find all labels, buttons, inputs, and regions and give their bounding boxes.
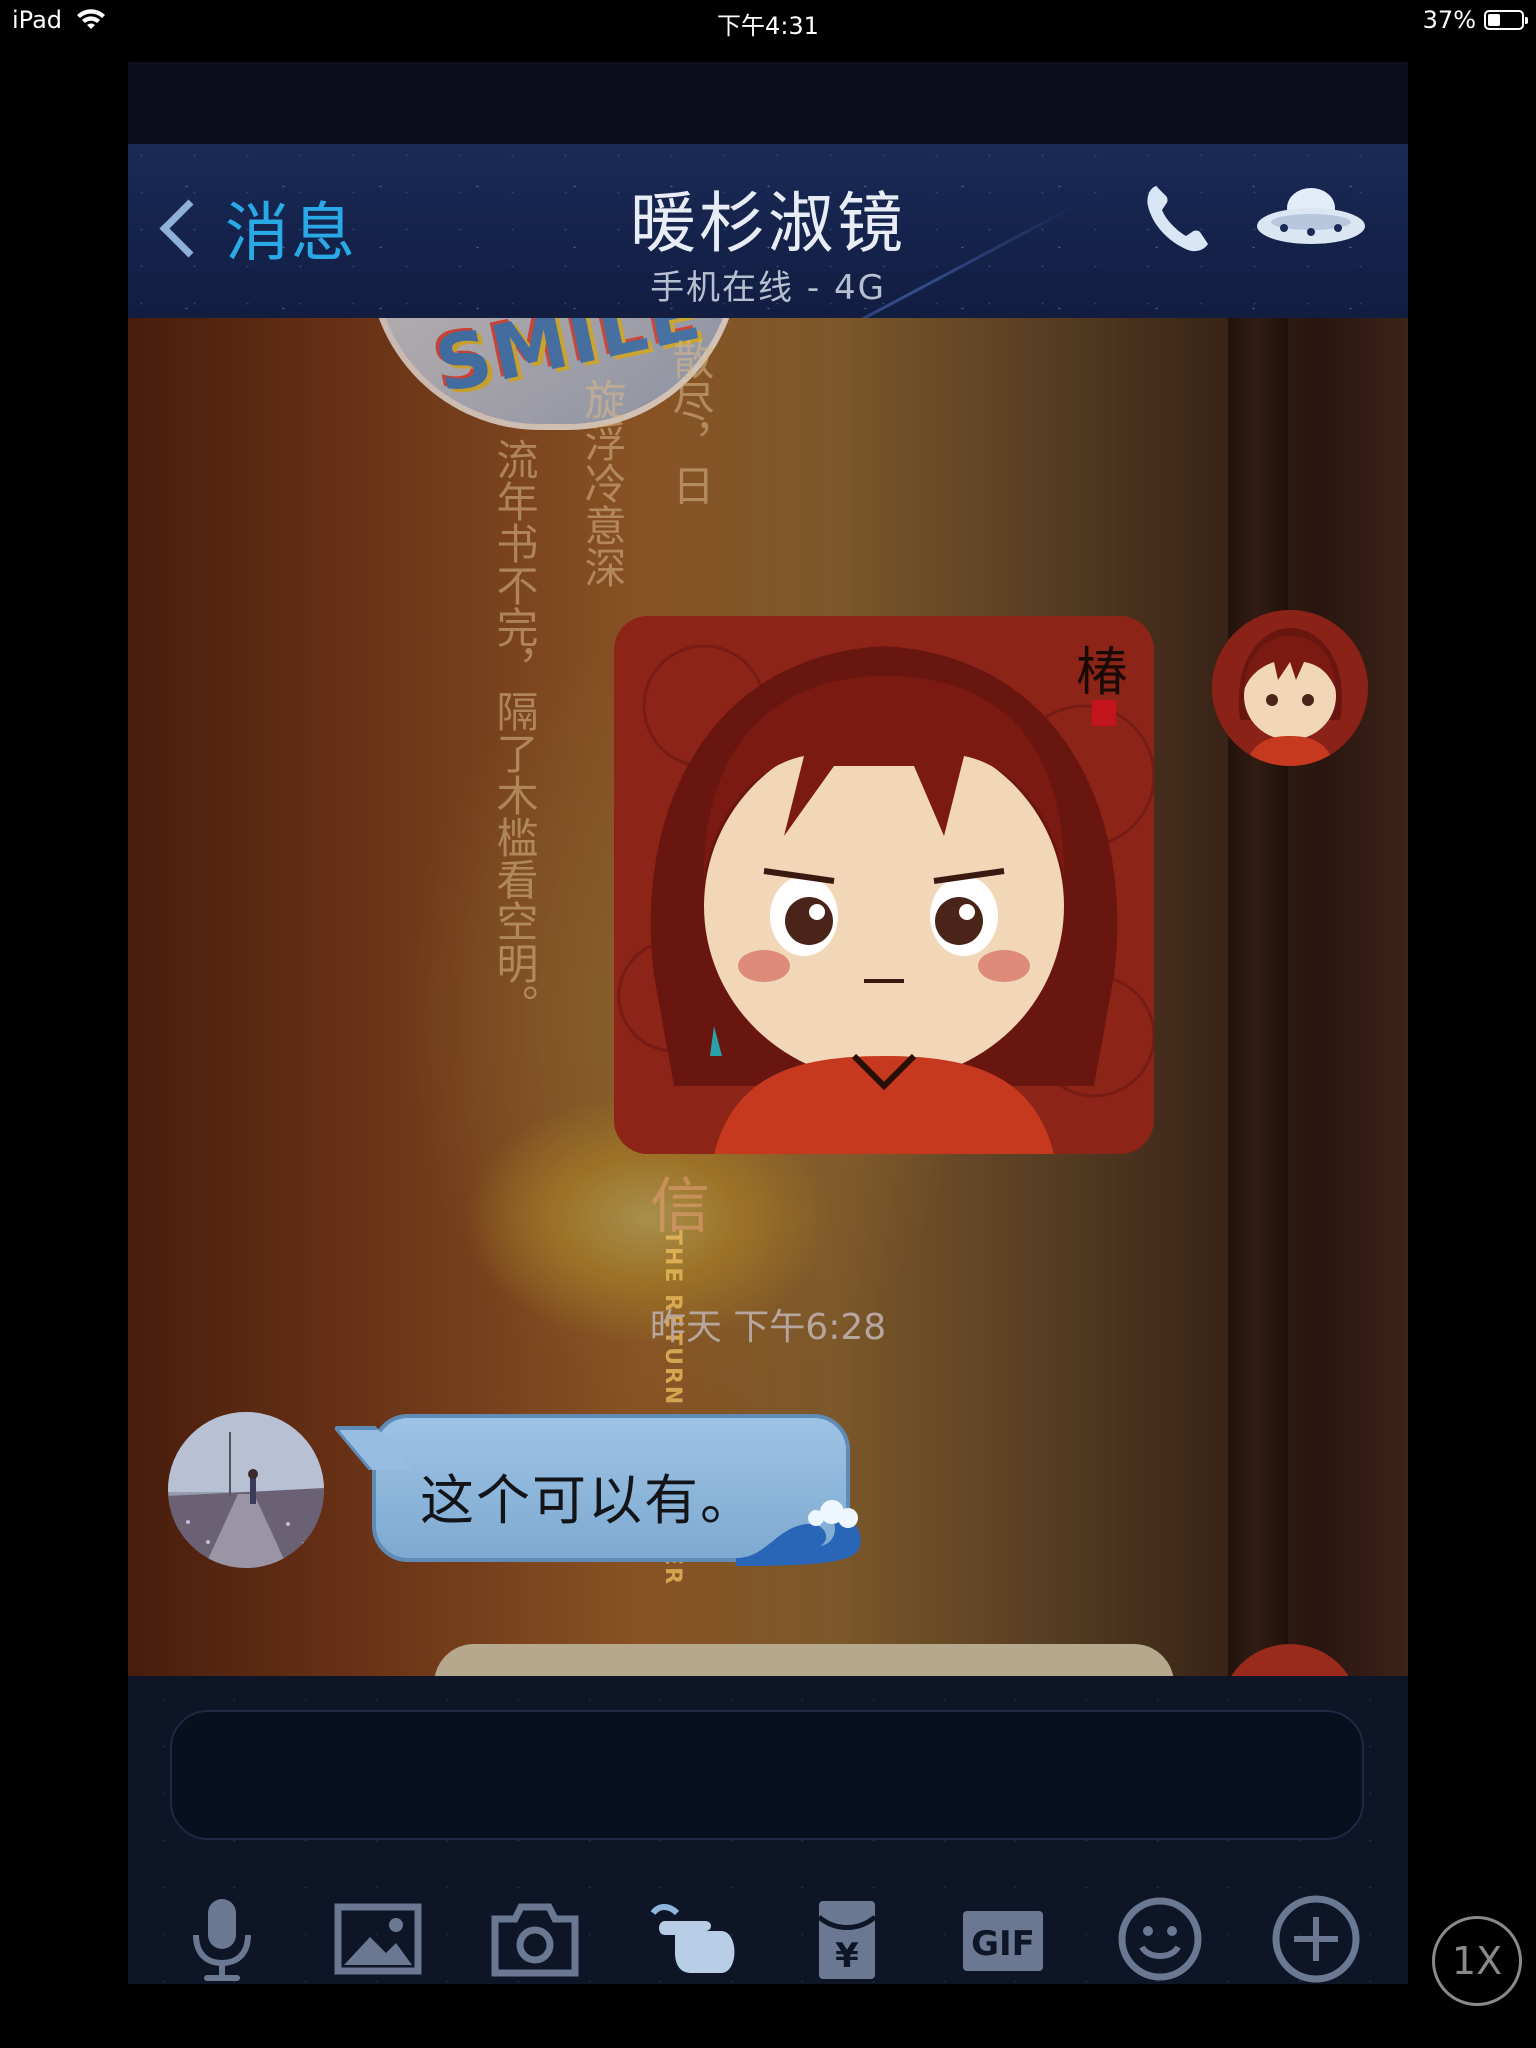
chat-message-area[interactable]: SMILE 流年书不完，隔了木槛看空明。 旋浮冷意深 散尽，日 信 THE RE… (128, 318, 1408, 1676)
frame-top-strip (128, 62, 1408, 144)
contact-avatar-image (168, 1412, 324, 1568)
emoji-icon[interactable] (1112, 1891, 1208, 1984)
message-text: 这个可以有。 (420, 1469, 756, 1532)
wave-decoration-icon (736, 1500, 861, 1566)
battery-percent: 37% (1422, 6, 1476, 34)
battery-fill (1488, 14, 1500, 26)
received-message-bubble[interactable]: 这个可以有。 (372, 1414, 861, 1566)
contact-status-subtitle: 手机在线 - 4G (650, 268, 886, 308)
anime-girl-sticker-image (614, 616, 1154, 1154)
status-bar: iPad 下午4:31 37% (0, 0, 1536, 44)
message-timestamp: 昨天 下午6:28 (649, 1307, 887, 1348)
image-icon[interactable] (330, 1891, 426, 1984)
gif-icon[interactable]: GIF (955, 1891, 1051, 1984)
message-input[interactable] (170, 1710, 1364, 1840)
app-frame: 消息 暖杉淑镜 手机在线 - 4G SMILE 流年书不完，隔了木槛看空明。 旋… (128, 62, 1408, 1984)
chat-nav-bar: 消息 暖杉淑镜 手机在线 - 4G (128, 144, 1408, 320)
red-packet-symbol: ¥ (835, 1936, 859, 1976)
my-avatar-image (1212, 610, 1368, 766)
zoom-toggle-button[interactable]: 1X (1432, 1916, 1522, 2006)
composer-toolbar: ¥ GIF (174, 1892, 1364, 1984)
my-avatar[interactable] (1212, 610, 1368, 766)
gif-label: GIF (972, 1924, 1036, 1964)
partial-message-bubble[interactable] (434, 1644, 1174, 1676)
background-poem-column: 流年书不完，隔了木槛看空明。 (490, 438, 539, 1026)
contact-avatar[interactable] (168, 1412, 324, 1568)
background-poem-column: 旋浮冷意深 (578, 378, 627, 588)
ufo-icon[interactable] (1254, 182, 1368, 252)
sticker-message[interactable]: 椿 (614, 616, 1154, 1154)
plus-icon[interactable] (1268, 1891, 1364, 1984)
sticker-stamp-char: 椿 (1075, 643, 1128, 703)
poke-icon[interactable] (643, 1891, 739, 1984)
sticker-seal-mark (1092, 700, 1116, 726)
phone-icon[interactable] (1138, 178, 1218, 258)
my-avatar-partial[interactable] (1220, 1644, 1360, 1676)
battery-icon (1484, 10, 1528, 30)
composer-bar: ¥ GIF (128, 1676, 1408, 1984)
background-poem-column: 散尽，日 (666, 338, 715, 506)
status-time: 下午4:31 (717, 12, 819, 40)
red-packet-icon[interactable]: ¥ (799, 1891, 895, 1984)
status-right: 37% (1422, 6, 1528, 34)
microphone-icon[interactable] (174, 1891, 270, 1984)
camera-icon[interactable] (487, 1891, 583, 1984)
